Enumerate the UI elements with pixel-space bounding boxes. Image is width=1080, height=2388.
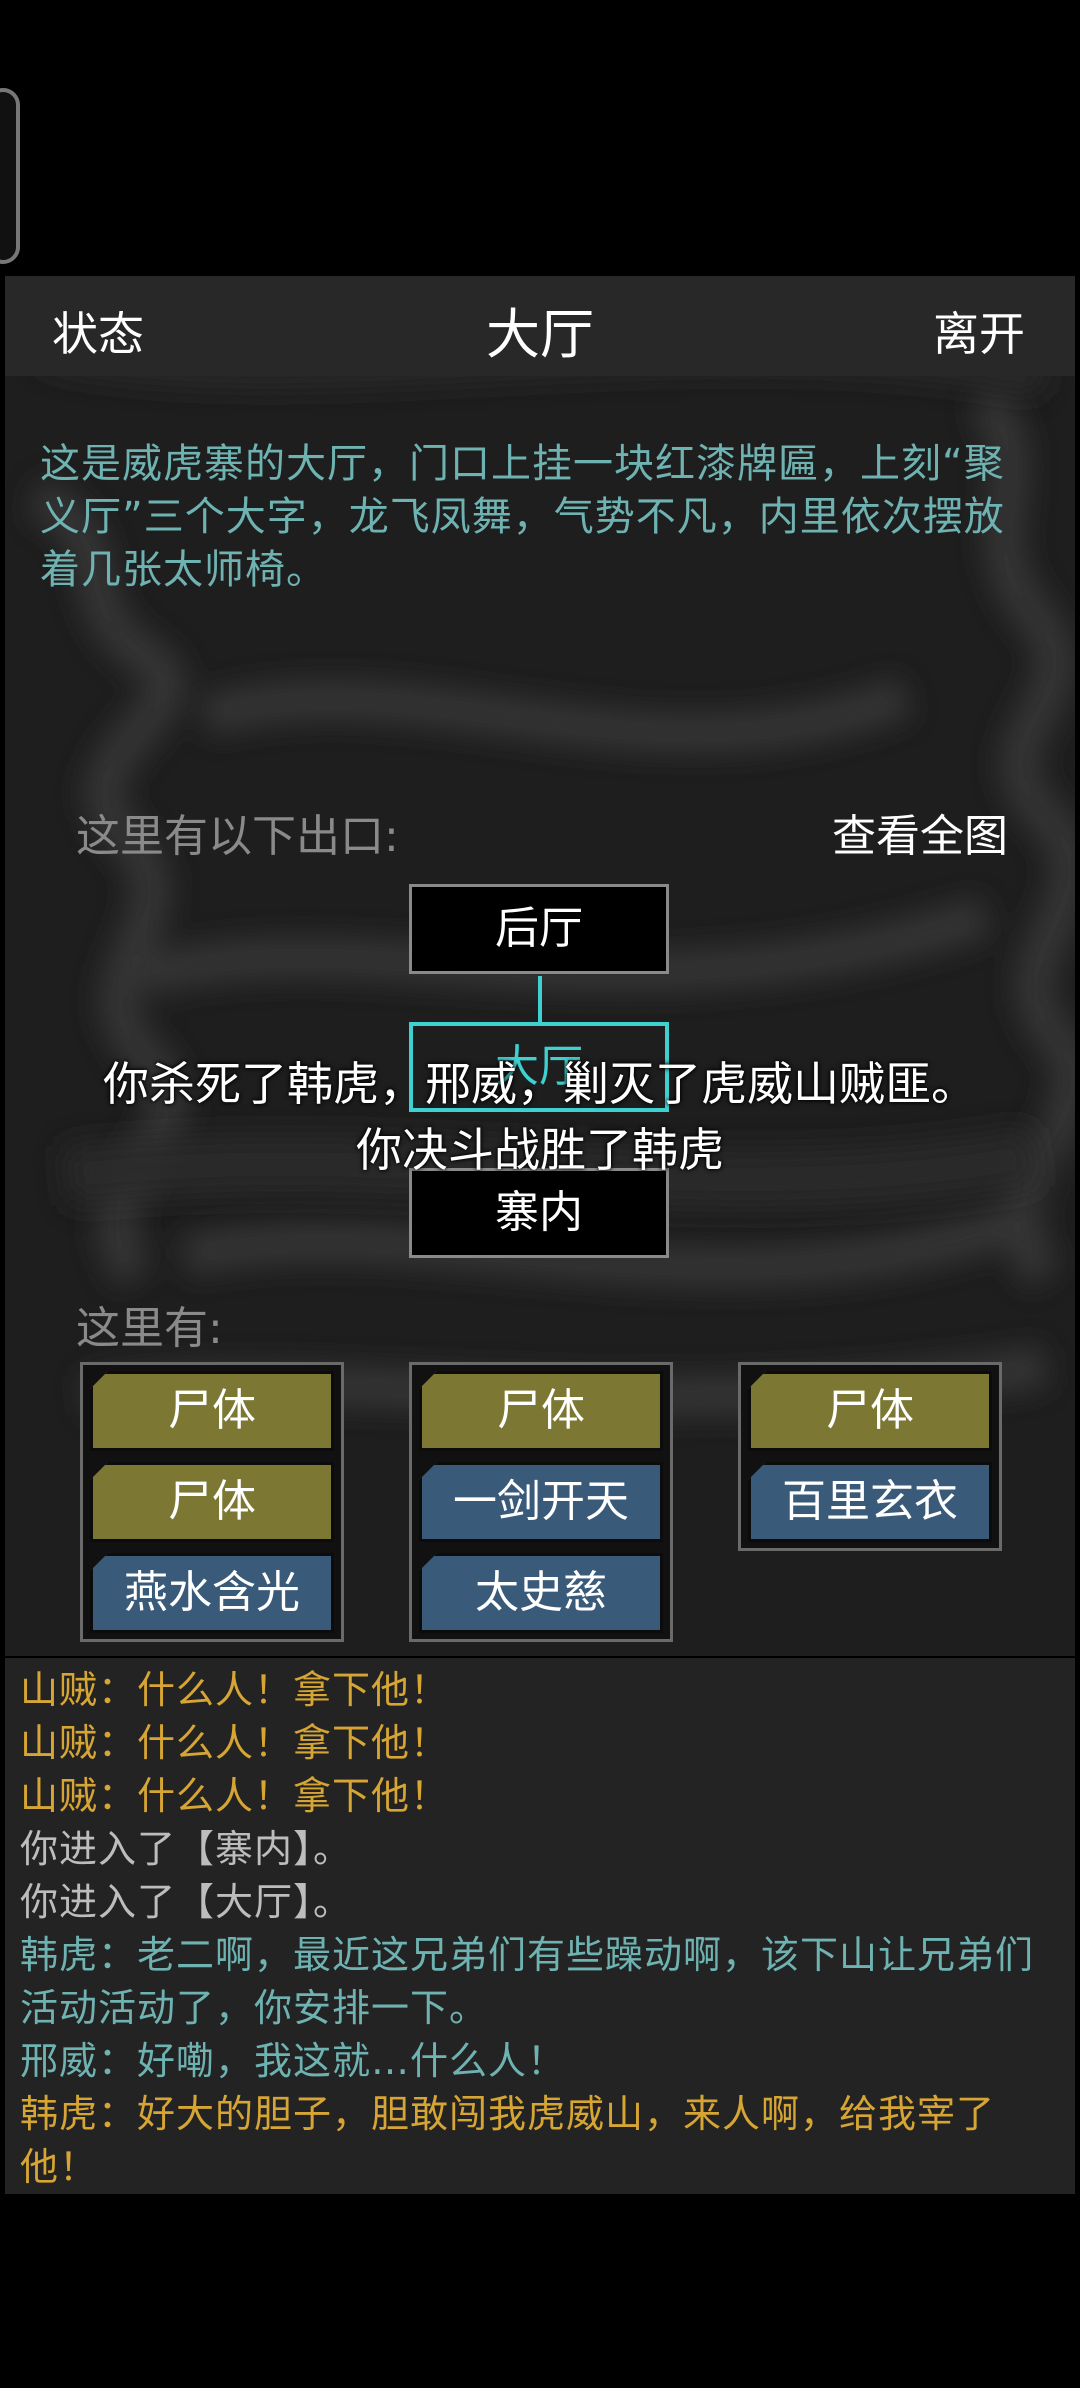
leave-button[interactable]: 离开 [933,298,1025,364]
view-full-map-button[interactable]: 查看全图 [832,800,1008,864]
corpse-button[interactable]: 尸体 [90,1462,334,1542]
npc-button[interactable]: 太史慈 [419,1553,663,1633]
exit-south-room[interactable]: 寨内 [409,1168,669,1258]
corpse-button[interactable]: 尸体 [419,1371,663,1451]
object-column: 尸体 百里玄衣 [738,1362,1002,1551]
log-line: 韩虎：老二啊，最近这兄弟们有些躁动啊，该下山让兄弟们活动活动了，你安排一下。 [20,1933,1035,2030]
message-log: 山贼：什么人！拿下他！ 山贼：什么人！拿下他！ 山贼：什么人！拿下他！ 你进入了【寨内… [5,1658,1075,2194]
corpse-button[interactable]: 尸体 [748,1371,992,1451]
corpse-button[interactable]: 尸体 [90,1371,334,1451]
npc-button[interactable]: 一剑开天 [419,1462,663,1542]
log-line: 山贼：什么人！拿下他！ [20,1721,450,1765]
log-line: 山贼：什么人！拿下他！ [20,1668,450,1712]
log-line: 山贼：什么人！拿下他！ [20,1774,450,1818]
battle-result-message: 你杀死了韩虎，邢威，剿灭了虎威山贼匪。 [103,1057,977,1111]
log-line: 韩虎：好大的胆子，胆敢闯我虎威山，来人啊，给我宰了他！ [20,2092,996,2189]
object-column: 尸体 尸体 燕水含光 [80,1362,344,1642]
top-bar: 状态 大厅 离开 [5,276,1075,376]
npc-button[interactable]: 百里玄衣 [748,1462,992,1542]
log-line: 你进入了【寨内】。 [20,1827,353,1871]
log-line: 你进入了【大厅】。 [20,1880,353,1924]
room-title: 大厅 [486,303,594,366]
present-objects-label: 这里有: [76,1303,223,1354]
room-description: 这是威虎寨的大厅，门口上挂一块红漆牌匾，上刻“聚义厅”三个大字，龙飞凤舞，气势不… [40,441,1005,593]
npc-button[interactable]: 燕水含光 [90,1553,334,1633]
object-column: 尸体 一剑开天 太史慈 [409,1362,673,1642]
exit-north-room[interactable]: 后厅 [409,884,669,974]
side-drawer-tab[interactable] [0,88,20,264]
exits-label: 这里有以下出口: [76,811,399,862]
exit-connector [538,976,542,1022]
duel-result-message: 你决斗战胜了韩虎 [356,1123,724,1177]
log-line: 邢威：好嘞，我这就…什么人！ [20,2039,567,2083]
